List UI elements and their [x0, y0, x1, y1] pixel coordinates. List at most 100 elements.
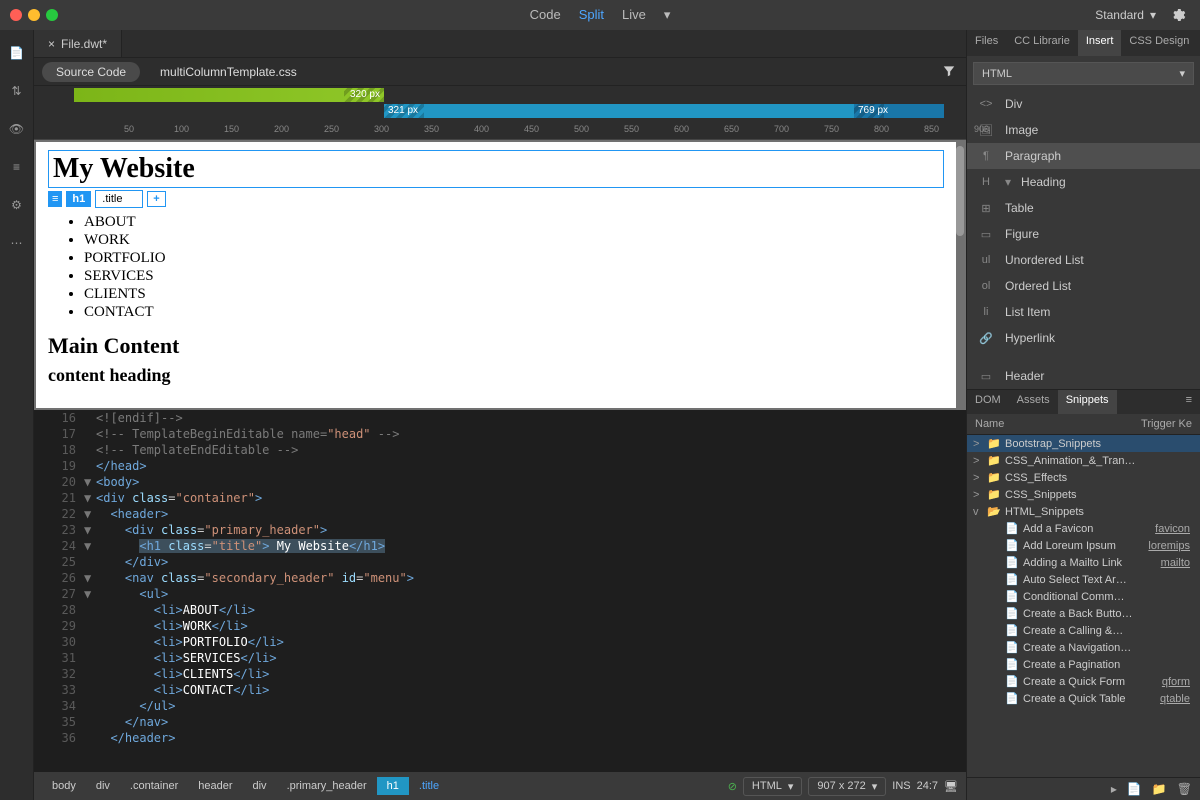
mq-range-769[interactable]: 769 px	[854, 104, 944, 118]
code-line[interactable]: 21▼<div class="container">	[34, 490, 966, 506]
more-icon[interactable]: ⋯	[8, 234, 26, 252]
settings-icon[interactable]: ⚙	[8, 196, 26, 214]
code-line[interactable]: 31 <li>SERVICES</li>	[34, 650, 966, 666]
breadcrumb-item[interactable]: body	[42, 777, 86, 795]
breadcrumb-item[interactable]: header	[188, 777, 242, 795]
mq-range-320[interactable]	[74, 88, 384, 102]
panel-tab[interactable]: Files	[967, 30, 1006, 56]
live-preview[interactable]: My Website ≡ h1 .title + ABOUTWORKPORTFO…	[34, 140, 966, 410]
add-class-button[interactable]: +	[147, 191, 165, 207]
code-editor[interactable]: 16<![endif]-->17<!-- TemplateBeginEditab…	[34, 410, 966, 772]
tree-row[interactable]: 📄Create a Calling &…	[967, 622, 1200, 639]
insert-item[interactable]: ulUnordered List	[967, 247, 1200, 273]
panel-tab[interactable]: Insert	[1078, 30, 1122, 56]
insert-item[interactable]: ▭Figure	[967, 221, 1200, 247]
maximize-window[interactable]	[46, 9, 58, 21]
insert-item[interactable]: H▾Heading	[967, 169, 1200, 195]
view-mode-live[interactable]: Live	[622, 7, 646, 23]
code-line[interactable]: 24▼ <h1 class="title"> My Website</h1>	[34, 538, 966, 554]
insert-item[interactable]: olOrdered List	[967, 273, 1200, 299]
insert-item[interactable]: ▭Header	[967, 363, 1200, 389]
viewport-dropdown[interactable]: 907 x 272▾	[808, 777, 886, 796]
insert-item[interactable]	[967, 351, 1200, 363]
page-h1[interactable]: My Website	[48, 150, 944, 188]
new-folder-icon[interactable]: ▸	[1111, 782, 1117, 796]
code-line[interactable]: 25 </div>	[34, 554, 966, 570]
sub-tab[interactable]: DOM	[967, 390, 1009, 414]
tree-row[interactable]: 📄Create a Pagination	[967, 656, 1200, 673]
source-tab-css[interactable]: multiColumnTemplate.css	[146, 62, 311, 82]
nav-item[interactable]: CLIENTS	[84, 286, 944, 303]
tree-row[interactable]: >📁Bootstrap_Snippets	[967, 435, 1200, 452]
code-line[interactable]: 30 <li>PORTFOLIO</li>	[34, 634, 966, 650]
tree-row[interactable]: 📄Add Loreum Ipsumloremips	[967, 537, 1200, 554]
code-line[interactable]: 18<!-- TemplateEndEditable -->	[34, 442, 966, 458]
extract-icon[interactable]: ⇅	[8, 82, 26, 100]
tree-row[interactable]: 📄Create a Navigation…	[967, 639, 1200, 656]
tree-row[interactable]: 📄Auto Select Text Ar…	[967, 571, 1200, 588]
workspace-dropdown[interactable]: Standard ▾	[1095, 8, 1156, 22]
breadcrumb-item[interactable]: div	[86, 777, 120, 795]
view-mode-split[interactable]: Split	[579, 7, 604, 23]
minimize-window[interactable]	[28, 9, 40, 21]
code-line[interactable]: 20▼<body>	[34, 474, 966, 490]
tree-row[interactable]: >📁CSS_Snippets	[967, 486, 1200, 503]
tree-row[interactable]: >📁CSS_Animation_&_Tran…	[967, 452, 1200, 469]
breadcrumb-item[interactable]: .primary_header	[277, 777, 377, 795]
close-window[interactable]	[10, 9, 22, 21]
new-snippet-icon[interactable]: 📄	[1127, 782, 1142, 796]
scrollbar-thumb[interactable]	[956, 146, 964, 236]
lang-mode-dropdown[interactable]: HTML▾	[743, 777, 802, 796]
trash-icon[interactable]: 🗑	[1177, 782, 1192, 796]
folder-icon[interactable]: 📁	[1152, 782, 1167, 796]
document-preview[interactable]: My Website ≡ h1 .title + ABOUTWORKPORTFO…	[36, 142, 956, 408]
code-line[interactable]: 34 </ul>	[34, 698, 966, 714]
nav-item[interactable]: CONTACT	[84, 304, 944, 321]
breadcrumb-item[interactable]: div	[243, 777, 277, 795]
code-line[interactable]: 27▼ <ul>	[34, 586, 966, 602]
code-line[interactable]: 23▼ <div class="primary_header">	[34, 522, 966, 538]
chevron-down-icon[interactable]: ▾	[664, 7, 671, 23]
preview-device-icon[interactable]: 🖥	[944, 780, 958, 793]
insert-item[interactable]: ⊞Table	[967, 195, 1200, 221]
panel-tab[interactable]: CSS Design	[1121, 30, 1197, 56]
view-mode-code[interactable]: Code	[530, 7, 561, 23]
code-line[interactable]: 17<!-- TemplateBeginEditable name="head"…	[34, 426, 966, 442]
breadcrumb-item[interactable]: .title	[409, 777, 449, 795]
tree-row[interactable]: 📄Create a Quick Formqform	[967, 673, 1200, 690]
tree-row[interactable]: >📁CSS_Effects	[967, 469, 1200, 486]
code-line[interactable]: 26▼ <nav class="secondary_header" id="me…	[34, 570, 966, 586]
nav-item[interactable]: ABOUT	[84, 214, 944, 231]
sub-tab[interactable]: Snippets	[1058, 390, 1117, 414]
panel-tab[interactable]: CC Librarie	[1006, 30, 1078, 56]
page-h3[interactable]: content heading	[48, 365, 944, 386]
page-h2[interactable]: Main Content	[48, 333, 944, 359]
panel-menu-icon[interactable]: ≡	[1178, 390, 1200, 414]
element-menu-icon[interactable]: ≡	[48, 191, 62, 207]
nav-item[interactable]: PORTFOLIO	[84, 250, 944, 267]
filter-icon[interactable]	[942, 64, 956, 78]
tree-row[interactable]: 📄Conditional Comm…	[967, 588, 1200, 605]
file-tab[interactable]: × File.dwt*	[34, 30, 122, 57]
tree-row[interactable]: 📄Create a Quick Tableqtable	[967, 690, 1200, 707]
code-line[interactable]: 35 </nav>	[34, 714, 966, 730]
source-tab-code[interactable]: Source Code	[42, 62, 140, 82]
code-line[interactable]: 22▼ <header>	[34, 506, 966, 522]
media-query-bar[interactable]: 321 px 768 px 769 px	[34, 86, 966, 122]
code-line[interactable]: 33 <li>CONTACT</li>	[34, 682, 966, 698]
code-line[interactable]: 28 <li>ABOUT</li>	[34, 602, 966, 618]
insert-item[interactable]: liList Item	[967, 299, 1200, 325]
code-line[interactable]: 36 </header>	[34, 730, 966, 746]
tree-row[interactable]: 📄Add a Faviconfavicon	[967, 520, 1200, 537]
tree-row[interactable]: v📂HTML_Snippets	[967, 503, 1200, 520]
tree-row[interactable]: 📄Create a Back Butto…	[967, 605, 1200, 622]
element-class-input[interactable]: .title	[95, 190, 143, 208]
gear-icon[interactable]	[1170, 7, 1186, 23]
nav-item[interactable]: WORK	[84, 232, 944, 249]
code-line[interactable]: 16<![endif]-->	[34, 410, 966, 426]
nav-item[interactable]: SERVICES	[84, 268, 944, 285]
file-icon[interactable]: 📄	[8, 44, 26, 62]
preview-icon[interactable]: 👁	[8, 120, 26, 138]
insert-item[interactable]: <>Div	[967, 91, 1200, 117]
file-close-x[interactable]: ×	[48, 37, 55, 51]
